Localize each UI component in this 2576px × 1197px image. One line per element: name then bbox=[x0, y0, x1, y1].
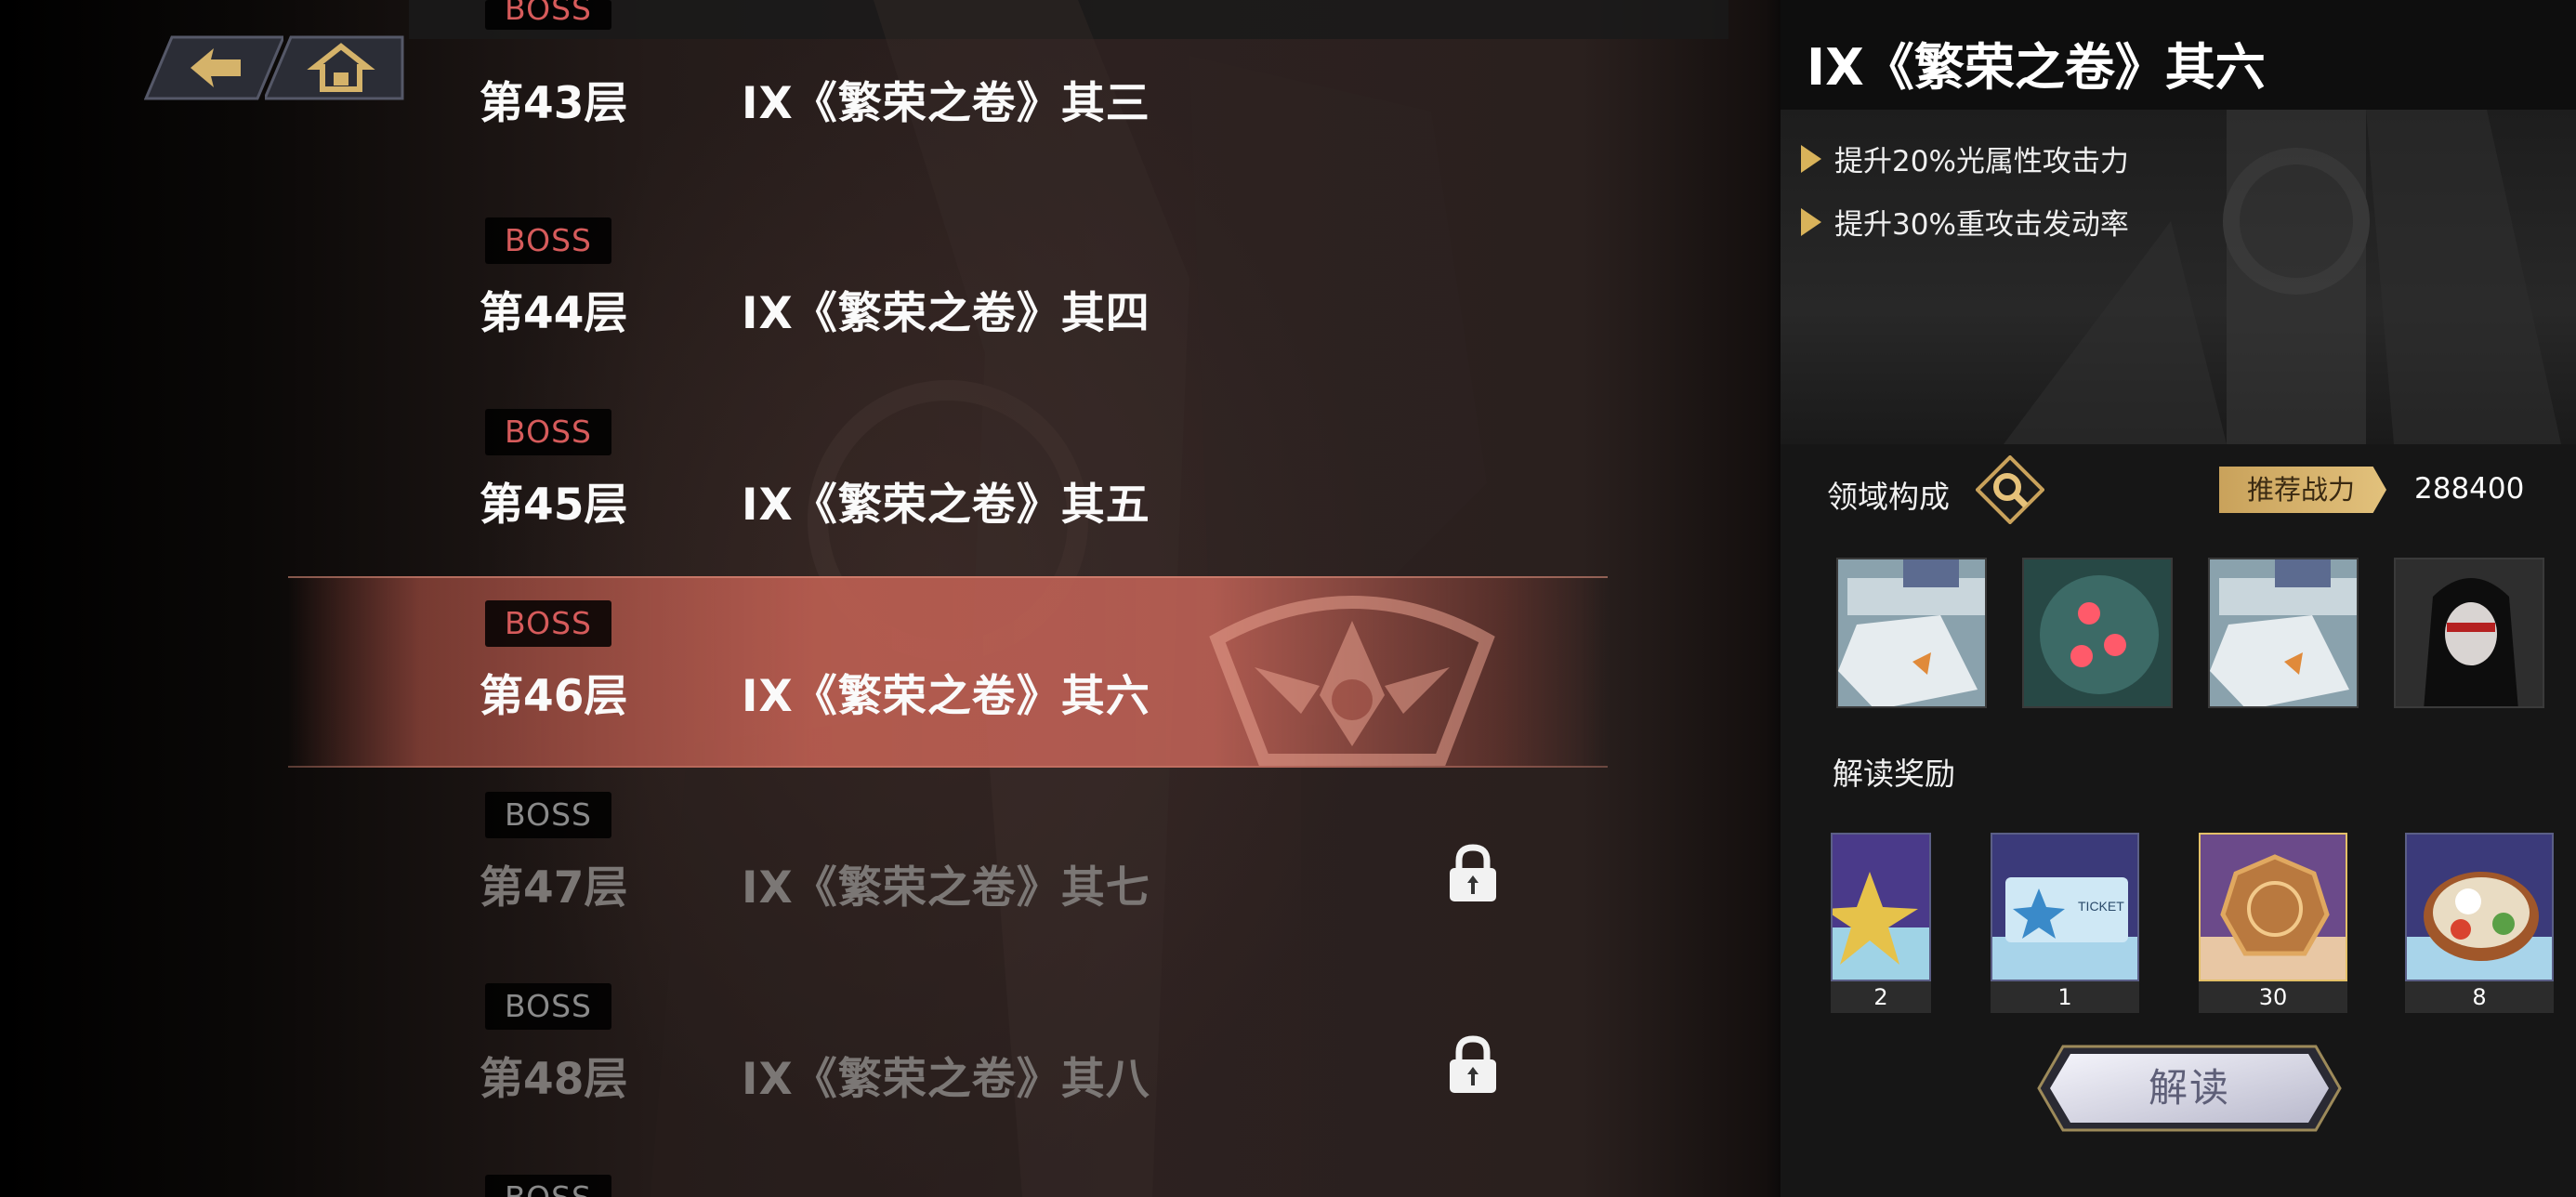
boss-badge: BOSS bbox=[485, 983, 611, 1030]
recommended-power-value: 288400 bbox=[2414, 472, 2525, 506]
triangle-bullet-icon bbox=[1801, 207, 1821, 236]
bento-box-icon bbox=[2407, 835, 2552, 980]
boss-badge: BOSS bbox=[485, 409, 611, 455]
floor-title: IX《繁荣之卷》其六 bbox=[742, 671, 1150, 722]
reward-art: TICKET bbox=[1991, 833, 2139, 981]
reward-item[interactable]: 8 bbox=[2405, 833, 2554, 1015]
gold-coin-icon bbox=[2201, 835, 2346, 980]
lock-icon bbox=[1450, 844, 1496, 901]
floor-detail-panel: IX《繁荣之卷》其六 提升20%光属性攻击力 提升30%重攻击发动率 领域构成 … bbox=[1781, 0, 2576, 1197]
enemy-portrait[interactable] bbox=[1836, 558, 1987, 708]
reward-count: 8 bbox=[2405, 981, 2554, 1013]
dark-hair-girl-icon bbox=[2396, 559, 2543, 706]
enemy-portrait[interactable] bbox=[2208, 558, 2359, 708]
reward-item[interactable]: 30 bbox=[2199, 833, 2347, 1015]
buff-text: 提升20%光属性攻击力 bbox=[1834, 145, 2129, 178]
floor-row[interactable]: BOSS bbox=[0, 0, 1766, 1197]
ticket-icon: TICKET bbox=[1992, 835, 2137, 980]
reward-item[interactable]: 2 bbox=[1831, 833, 1931, 1015]
reward-item[interactable]: TICKET 1 bbox=[1991, 833, 2139, 1015]
svg-text:TICKET: TICKET bbox=[2078, 899, 2124, 914]
boss-badge: BOSS bbox=[485, 217, 611, 264]
search-icon[interactable] bbox=[1976, 455, 2044, 524]
reward-art bbox=[1831, 833, 1931, 981]
reward-art bbox=[2405, 833, 2554, 981]
enemy-portrait[interactable] bbox=[2394, 558, 2544, 708]
star-emblem-icon bbox=[1833, 835, 1929, 980]
detail-header: IX《繁荣之卷》其六 bbox=[1781, 0, 2576, 110]
mech-unit-icon bbox=[2210, 559, 2357, 706]
domain-label: 领域构成 bbox=[1827, 479, 1950, 515]
reward-count: 1 bbox=[1991, 981, 2139, 1013]
buff-area: 提升20%光属性攻击力 提升30%重攻击发动率 bbox=[1781, 110, 2576, 444]
floor-number: 第48层 bbox=[480, 1054, 628, 1105]
detail-title: IX《繁荣之卷》其六 bbox=[1807, 38, 2266, 97]
floor-number: 第47层 bbox=[480, 862, 628, 914]
boss-badge: BOSS bbox=[485, 600, 611, 647]
buff-item: 提升20%光属性攻击力 bbox=[1801, 138, 2129, 179]
floor-number: 第45层 bbox=[480, 480, 628, 531]
lock-icon bbox=[1450, 1035, 1496, 1093]
floor-title: IX《繁荣之卷》其七 bbox=[742, 862, 1150, 914]
reward-count: 30 bbox=[2199, 981, 2347, 1013]
reward-count: 2 bbox=[1831, 981, 1931, 1013]
boss-badge: BOSS bbox=[485, 1175, 611, 1197]
floor-number: 第44层 bbox=[480, 288, 628, 339]
triangle-bullet-icon bbox=[1801, 144, 1821, 173]
floor-title: IX《繁荣之卷》其四 bbox=[742, 288, 1150, 339]
mech-unit-icon bbox=[1838, 559, 1985, 706]
enemy-portrait[interactable] bbox=[2022, 558, 2173, 708]
read-button-label: 解读 bbox=[2148, 1065, 2230, 1111]
recommended-power-label: 推荐战力 bbox=[2219, 467, 2386, 513]
reward-label: 解读奖励 bbox=[1833, 756, 1955, 792]
drone-core-icon bbox=[2024, 559, 2171, 706]
buff-text: 提升30%重攻击发动率 bbox=[1834, 208, 2129, 242]
read-button[interactable]: 解读 bbox=[2035, 1043, 2344, 1134]
reward-art bbox=[2199, 833, 2347, 981]
boss-badge: BOSS bbox=[485, 792, 611, 838]
floor-number: 第46层 bbox=[480, 671, 628, 722]
boss-emblem-icon bbox=[1209, 596, 1495, 766]
floor-title: IX《繁荣之卷》其八 bbox=[742, 1054, 1150, 1105]
buff-item: 提升30%重攻击发动率 bbox=[1801, 201, 2129, 243]
floor-title: IX《繁荣之卷》其五 bbox=[742, 480, 1150, 531]
